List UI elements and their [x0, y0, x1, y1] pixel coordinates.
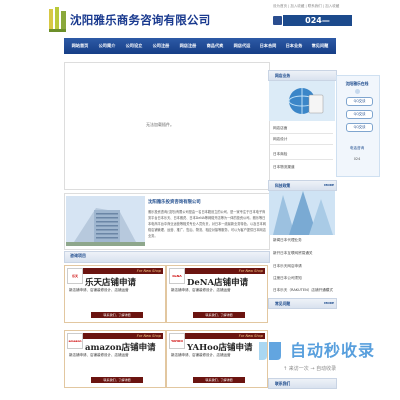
hotline-phone: 024—22512021 — [283, 15, 352, 36]
nav-item-home[interactable]: 网站首页 — [68, 38, 92, 54]
tech-policy-image — [269, 191, 335, 235]
contact-header-label: 联系我们 — [275, 381, 291, 386]
nav-item-company-register[interactable]: 公司注册 — [149, 38, 173, 54]
faq-header-label: 常见问题 — [275, 301, 291, 306]
more-link[interactable]: MORE — [318, 299, 334, 308]
main-nav: 网站首页 公司简介 公司设立 公司注册 网店注册 商品代卖 网店代运 日本合同 … — [64, 38, 336, 54]
shop-contact-button[interactable]: 联系我们，了解详细 — [193, 377, 245, 383]
sidebar-link[interactable]: 网店店面 — [273, 126, 287, 131]
online-service-title: 沈阳雅乐在线 — [345, 81, 369, 86]
top-links[interactable]: 设为首页 | 加入收藏 | 联系我们 | 加入收藏 — [273, 4, 339, 9]
shop-description: 新店铺申请、店铺装修设计、店铺运营 — [171, 353, 231, 357]
online-business-header-label: 网店业务 — [275, 73, 291, 78]
shop-contact-button[interactable]: 联系我们，了解详细 — [193, 312, 245, 318]
sidebar-link[interactable]: 网店设计 — [273, 137, 287, 142]
nav-item-japan-contract[interactable]: 日本合同 — [256, 38, 280, 54]
rakuten-logo: 乐天 — [67, 268, 83, 284]
qq-chat-button[interactable]: QQ交谈 — [346, 97, 373, 106]
nav-item-shop-operation[interactable]: 网店代运 — [230, 38, 254, 54]
sidebar-link[interactable]: 新开日本互联网贸易通关 — [273, 251, 313, 256]
consulting-header-label: 咨询项目 — [70, 253, 86, 258]
shop-contact-button[interactable]: 联系我们，了解详细 — [91, 377, 143, 383]
shop-banner: For New Shop — [185, 333, 265, 339]
qq-chat-button[interactable]: QQ交谈 — [346, 110, 373, 119]
shop-card-rakuten[interactable]: 乐天 For New Shop 乐天店铺申请 新店铺申请、店铺装修设计、店铺运营… — [64, 265, 166, 323]
nav-item-company-setup[interactable]: 公司设立 — [122, 38, 146, 54]
plugin-load-failed-text: 无法加载插件。 — [146, 122, 174, 127]
sidebar-link[interactable]: 日本乐天（RAKUTEN）店铺开通模式 — [273, 288, 333, 293]
divider — [270, 133, 333, 134]
shop-card-yahoo[interactable]: YAHOO For New Shop YAHoo店铺申请 新店铺申请、店铺装修设… — [166, 330, 268, 388]
shop-banner: For New Shop — [185, 268, 265, 274]
faq-header: 常见问题 MORE — [268, 298, 337, 309]
watermark-title: 自动秒收录 — [290, 341, 376, 360]
nav-item-about[interactable]: 公司简介 — [95, 38, 119, 54]
nav-item-shop-register[interactable]: 网店注册 — [176, 38, 200, 54]
service-avatar-icon — [355, 89, 360, 94]
hotline-label: 电话咨询 — [349, 146, 365, 150]
phone-icon — [273, 16, 282, 25]
divider — [270, 144, 333, 145]
shop-contact-button[interactable]: 联系我们，了解详细 — [91, 312, 143, 318]
intro-title[interactable]: 沈阳雅乐投资咨询有限公司 — [148, 199, 201, 205]
intro-text: 雅乐投资咨询(沈阳)有限公司是由一名日本籍设立的公司，是一家专注于日本电子商务平… — [148, 210, 266, 238]
sidebar-link[interactable]: 日本乐天网店申请 — [273, 264, 302, 269]
watermark-logo-icon — [259, 342, 281, 360]
nav-item-faq[interactable]: 常见问题 — [308, 38, 332, 54]
shop-description: 新店铺申请、店铺装修设计、店铺运营 — [69, 353, 129, 357]
brand-name: 沈阳雅乐商务咨询有限公司 — [70, 13, 211, 27]
shop-title: 乐天店铺申请 — [85, 278, 137, 288]
divider — [270, 159, 333, 160]
shop-card-dena[interactable]: DeNA For New Shop DeNA店铺申请 新店铺申请、店铺装修设计、… — [166, 265, 268, 323]
company-logo-icon[interactable] — [48, 6, 68, 33]
nav-item-japan-business[interactable]: 日本业务 — [282, 38, 306, 54]
nav-item-consignment[interactable]: 商品代卖 — [203, 38, 227, 54]
shop-card-amazon[interactable]: amazon For New Shop amazon店铺申请 新店铺申请、店铺装… — [64, 330, 166, 388]
tech-policy-header-label: 科技政策 — [275, 183, 291, 188]
sidebar-link[interactable]: 日本商检 — [273, 152, 287, 157]
sidebar-link[interactable]: 日本物流渠道 — [273, 165, 295, 170]
yahoo-logo: YAHOO — [169, 333, 185, 349]
more-link[interactable]: MORE — [318, 181, 334, 190]
tech-policy-header: 科技政策 MORE — [268, 180, 337, 191]
shop-title: YAHoo店铺申请 — [187, 343, 253, 353]
shop-title: DeNA店铺申请 — [187, 278, 249, 288]
online-business-header: 网店业务 — [268, 70, 337, 81]
sidebar-link[interactable]: 注册日本公司须知 — [273, 276, 302, 281]
watermark-subtitle: ↑ 来访一次 → 自动收录 — [283, 366, 337, 372]
shop-banner: For New Shop — [83, 268, 163, 274]
company-building-image — [66, 196, 145, 246]
hotline-number: 024 — [353, 157, 361, 161]
online-business-image — [269, 81, 335, 121]
shop-description: 新店铺申请、店铺装修设计、店铺运营 — [171, 288, 231, 292]
consulting-header — [64, 251, 270, 263]
sidebar-link[interactable]: 新闻日本代理业务 — [273, 238, 302, 243]
shop-banner: For New Shop — [83, 333, 163, 339]
dena-logo: DeNA — [169, 268, 185, 284]
shop-description: 新店铺申请、店铺装修设计、店铺运营 — [69, 288, 129, 292]
shop-title: amazon店铺申请 — [85, 343, 156, 353]
amazon-logo: amazon — [67, 333, 83, 349]
contact-header: 联系我们 — [268, 378, 337, 389]
qq-chat-button[interactable]: QQ交谈 — [346, 123, 373, 132]
